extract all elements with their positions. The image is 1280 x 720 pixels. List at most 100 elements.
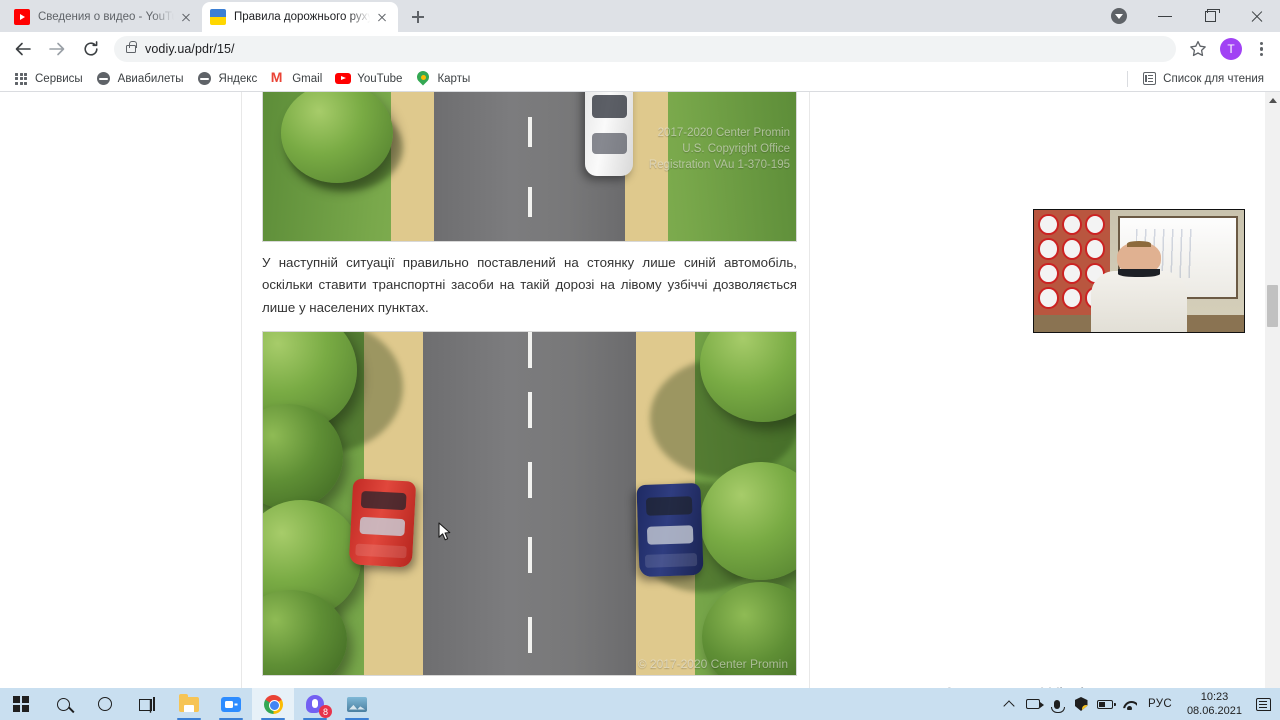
bookmark-label: Gmail xyxy=(292,72,323,85)
chrome-menu-icon[interactable] xyxy=(1248,35,1274,63)
collar xyxy=(1117,268,1161,277)
road-scene-illustration: 2017-2020 Center Promin U.S. Copyright O… xyxy=(263,92,796,241)
figure-road-white-car: 2017-2020 Center Promin U.S. Copyright O… xyxy=(262,92,797,242)
scrollbar-thumb[interactable] xyxy=(1267,285,1278,327)
bookmarks-bar-right: Список для чтения xyxy=(1119,68,1272,90)
camera-tray-button[interactable] xyxy=(1021,688,1045,720)
lane-dash xyxy=(527,462,532,498)
bookmark-karty[interactable]: Карты xyxy=(410,68,478,90)
lock-icon xyxy=(126,41,137,53)
lane-dash xyxy=(527,392,532,428)
close-window-button[interactable] xyxy=(1234,0,1280,32)
reading-list-label: Список для чтения xyxy=(1163,72,1264,85)
bookmark-label: YouTube xyxy=(357,72,403,85)
windows-taskbar: 8 РУС 10:23 08.06.2021 xyxy=(0,688,1280,720)
minimize-button[interactable] xyxy=(1142,0,1188,32)
close-icon[interactable] xyxy=(374,9,390,25)
globe-icon xyxy=(96,71,112,87)
zoom-button[interactable] xyxy=(210,688,252,720)
close-icon[interactable] xyxy=(178,9,194,25)
viber-button[interactable]: 8 xyxy=(294,688,336,720)
lane-dash xyxy=(527,187,532,217)
rear-window xyxy=(647,525,694,545)
chrome-button[interactable] xyxy=(252,688,294,720)
task-view-button[interactable] xyxy=(126,688,168,720)
page-scrollbar[interactable] xyxy=(1265,92,1280,688)
battery-icon xyxy=(1097,699,1116,709)
clock[interactable]: 10:23 08.06.2021 xyxy=(1179,690,1250,718)
task-view-icon xyxy=(139,697,155,711)
windows-logo-icon xyxy=(13,696,29,712)
windshield xyxy=(592,95,627,118)
instructor-figure xyxy=(1090,241,1188,332)
file-explorer-button[interactable] xyxy=(168,688,210,720)
cortana-button[interactable] xyxy=(84,688,126,720)
gmail-icon xyxy=(270,69,286,87)
lane-dash xyxy=(527,117,532,147)
downloads-icon[interactable] xyxy=(1096,0,1142,32)
bookmark-star-icon[interactable] xyxy=(1184,35,1212,63)
window-controls xyxy=(1096,0,1280,32)
hood xyxy=(356,544,407,559)
floating-video-player[interactable] xyxy=(1033,209,1245,333)
scroll-up-arrow-icon[interactable] xyxy=(1265,92,1280,107)
hair xyxy=(1127,241,1151,247)
microphone-tray-button[interactable] xyxy=(1045,688,1069,720)
address-bar[interactable]: vodiy.ua/pdr/15/ xyxy=(114,36,1176,62)
windshield xyxy=(361,490,408,511)
mouse-cursor xyxy=(438,522,452,542)
photos-button[interactable] xyxy=(336,688,378,720)
back-button[interactable] xyxy=(9,35,37,63)
battery-tray-button[interactable] xyxy=(1093,688,1117,720)
browser-toolbar: vodiy.ua/pdr/15/ T xyxy=(0,32,1280,66)
notification-center-icon xyxy=(1255,697,1271,711)
car-blue xyxy=(636,482,704,578)
tab-pdr[interactable]: Правила дорожнього руху. Зуп xyxy=(202,2,398,32)
globe-icon xyxy=(197,71,213,87)
start-button[interactable] xyxy=(0,688,42,720)
reload-button[interactable] xyxy=(77,35,105,63)
language-indicator[interactable]: РУС xyxy=(1141,698,1179,710)
notification-center-button[interactable] xyxy=(1250,688,1276,720)
clock-date: 08.06.2021 xyxy=(1186,705,1242,717)
search-button[interactable] xyxy=(42,688,84,720)
bookmark-youtube[interactable]: YouTube xyxy=(330,68,410,90)
article-content-column: 2017-2020 Center Promin U.S. Copyright O… xyxy=(241,92,810,688)
bookmark-yandex[interactable]: Яндекс xyxy=(192,68,266,90)
car-white xyxy=(585,92,634,176)
rear-window xyxy=(592,133,627,154)
maximize-button[interactable] xyxy=(1188,0,1234,32)
network-tray-button[interactable] xyxy=(1117,688,1141,720)
lane-dash xyxy=(527,617,532,653)
bookmark-label: Карты xyxy=(437,72,471,85)
camera-icon xyxy=(1026,699,1044,709)
polo-shirt xyxy=(1090,268,1188,332)
article-paragraph: У наступній ситуації правильно поставлен… xyxy=(262,255,797,315)
chevron-up-icon xyxy=(1003,699,1015,712)
security-shield-icon xyxy=(1074,697,1088,711)
cortana-icon xyxy=(98,697,112,711)
lane-dash xyxy=(527,537,532,573)
new-tab-button[interactable] xyxy=(404,3,432,31)
bookmark-servicy[interactable]: Сервисы xyxy=(8,68,91,90)
reading-list-icon xyxy=(1141,71,1157,87)
clock-time: 10:23 xyxy=(1200,691,1229,703)
show-hidden-icons-button[interactable] xyxy=(997,688,1021,720)
bookmark-label: Яндекс xyxy=(218,72,258,85)
road-scene-illustration: © 2017-2020 Center Promin xyxy=(263,332,796,675)
apps-grid-icon xyxy=(13,71,29,87)
avatar[interactable]: T xyxy=(1220,38,1242,60)
bookmark-aviabilety[interactable]: Авиабилеты xyxy=(91,68,192,90)
reading-list-button[interactable]: Список для чтения xyxy=(1136,68,1272,90)
forward-button[interactable] xyxy=(43,35,71,63)
tab-strip: Сведения о видео - YouTube St Правила до… xyxy=(0,0,1280,32)
microphone-icon xyxy=(1051,699,1065,713)
bookmark-gmail[interactable]: Gmail xyxy=(265,68,330,90)
tab-youtube[interactable]: Сведения о видео - YouTube St xyxy=(6,2,202,32)
zoom-icon xyxy=(221,696,241,712)
bookmarks-bar: Сервисы Авиабилеты Яндекс Gmail YouTube … xyxy=(0,66,1280,92)
chrome-browser-window: Сведения о видео - YouTube St Правила до… xyxy=(0,0,1280,688)
windshield xyxy=(646,496,693,517)
security-tray-button[interactable] xyxy=(1069,688,1093,720)
video-frame xyxy=(1034,210,1244,332)
